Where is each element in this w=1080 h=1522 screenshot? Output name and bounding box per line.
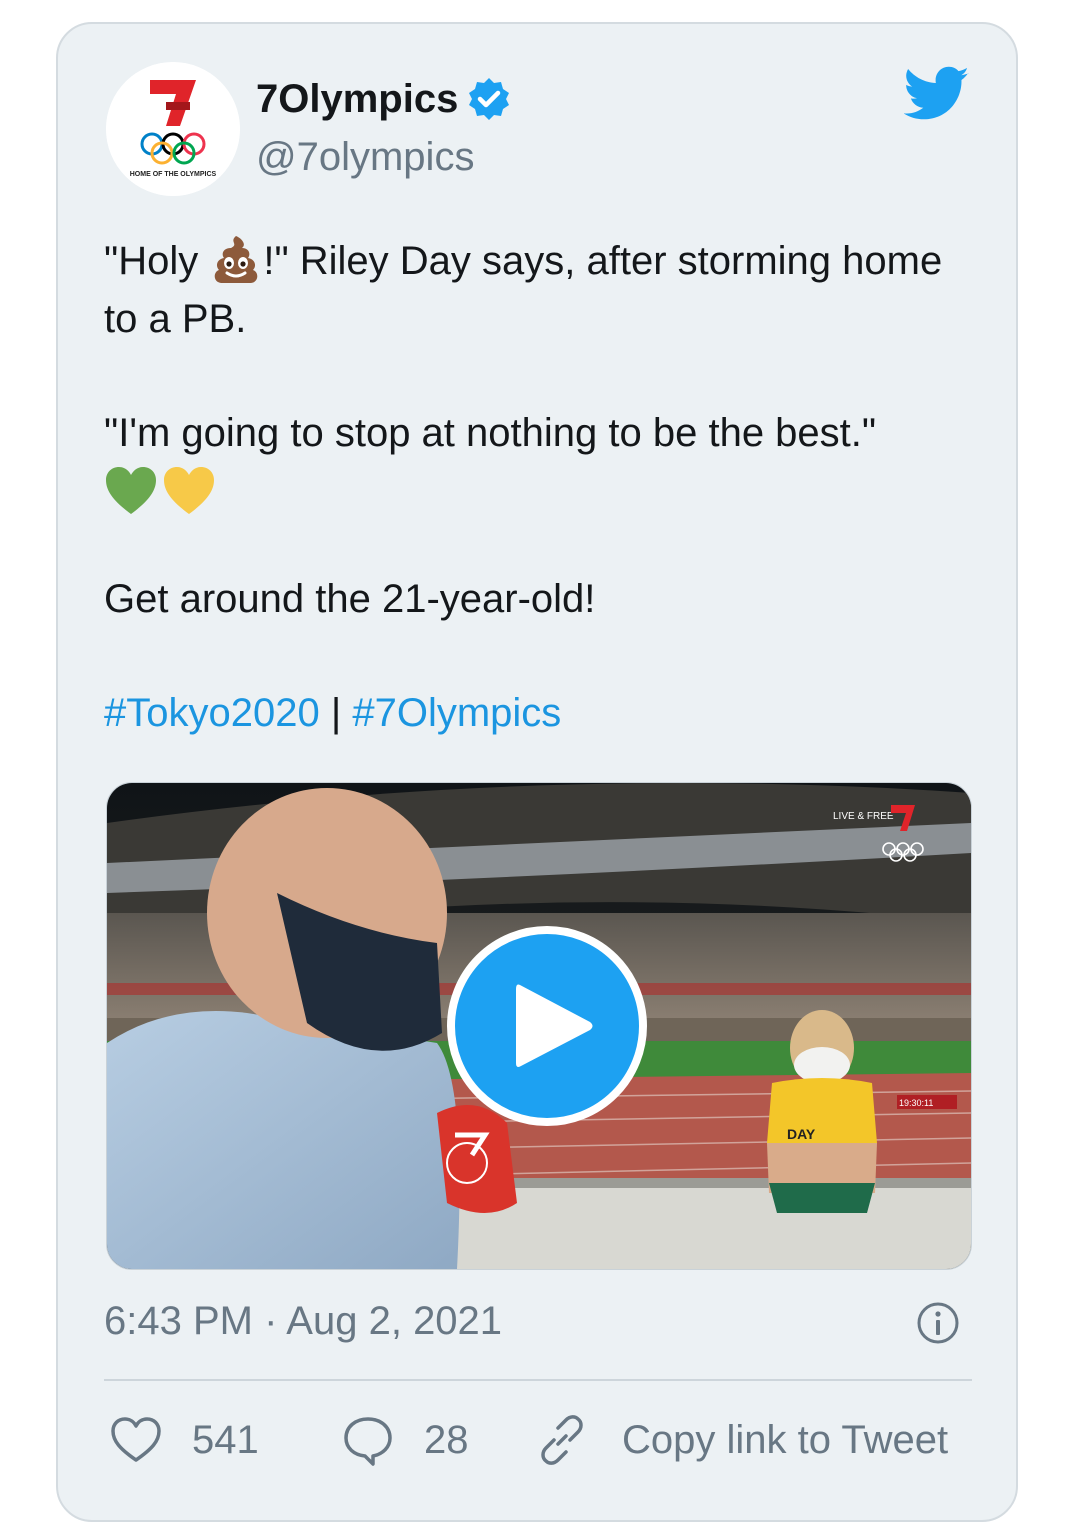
handle[interactable]: @7olympics: [256, 132, 474, 182]
green-heart-icon: [106, 467, 156, 514]
tweet-hashtags: #Tokyo2020 | #7Olympics: [104, 684, 954, 742]
play-button[interactable]: [447, 926, 647, 1126]
hashtag-separator: |: [319, 691, 353, 735]
broadcast-live-label: LIVE & FREE: [833, 811, 894, 822]
reply-count: 28: [424, 1417, 469, 1462]
emoji-hearts: [104, 466, 954, 516]
tweet-actions: 541 28 Copy link to Tweet: [104, 1410, 984, 1470]
scoreboard-time: 19:30:11: [899, 1098, 933, 1108]
link-icon: [541, 1415, 583, 1465]
heart-icon: [111, 1417, 161, 1462]
copy-link-button[interactable]: Copy link to Tweet: [534, 1410, 948, 1470]
divider: [104, 1379, 972, 1381]
tweet-paragraph-3: Get around the 21-year-old!: [104, 577, 596, 621]
like-button[interactable]: 541: [108, 1410, 259, 1470]
poop-emoji-icon: [215, 236, 258, 283]
twitter-bird-icon[interactable]: [904, 66, 970, 122]
verified-badge-icon: [469, 78, 510, 120]
reply-button[interactable]: 28: [340, 1410, 469, 1470]
display-name-text[interactable]: 7Olympics: [256, 74, 458, 124]
athlete-bib: DAY: [787, 1126, 816, 1142]
reply-bubble-icon: [344, 1417, 392, 1466]
tweet-text: "Holy !" Riley Day says, after storming …: [104, 232, 954, 742]
info-icon[interactable]: [916, 1301, 960, 1345]
video-thumbnail[interactable]: DAY 19:30:11 LIVE & FREE: [106, 782, 972, 1270]
tweet-paragraph-1: "Holy !" Riley Day says, after storming …: [104, 232, 954, 348]
yellow-heart-icon: [164, 467, 214, 514]
hashtag-link[interactable]: #7Olympics: [352, 691, 561, 735]
tweet-paragraph-2: "I'm going to stop at nothing to be the …: [104, 411, 877, 455]
avatar-caption: HOME OF THE OLYMPICS: [130, 171, 217, 178]
like-count: 541: [192, 1417, 259, 1462]
copy-link-label: Copy link to Tweet: [622, 1417, 949, 1462]
tweet-timestamp[interactable]: 6:43 PM · Aug 2, 2021: [104, 1294, 502, 1348]
avatar[interactable]: HOME OF THE OLYMPICS: [106, 62, 240, 196]
seven-olympics-logo: HOME OF THE OLYMPICS: [106, 62, 240, 196]
display-name[interactable]: 7Olympics: [256, 74, 512, 124]
play-icon: [516, 984, 593, 1067]
hashtag-link[interactable]: #Tokyo2020: [104, 691, 320, 735]
tweet-text-part: "Holy: [104, 239, 210, 283]
